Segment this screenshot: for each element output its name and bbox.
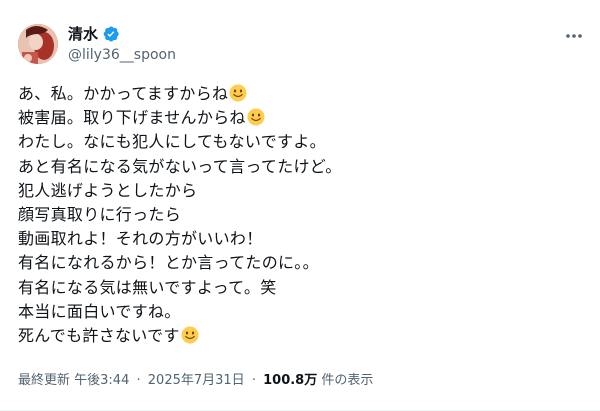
tweet-line: 被害届。取り下げませんからね: [18, 106, 578, 130]
avatar[interactable]: [18, 24, 58, 64]
tweet-line: わたし。なにも犯人にしてもないですよ。: [18, 130, 578, 154]
tweet-line: あ、私。かかってますからね: [18, 82, 578, 106]
tweet-line: 犯人逃げようとしたから: [18, 179, 578, 203]
tweet-line-text: 動画取れよ！それの方がいいわ！: [18, 229, 263, 249]
slightly-smiling-face-emoji-icon: [247, 108, 265, 126]
author-handle[interactable]: @lily36__spoon: [68, 46, 176, 64]
views-count: 100.8万: [263, 373, 318, 388]
tweet-time: 午後3:44: [74, 373, 130, 388]
tweet-text: あ、私。かかってますからね 被害届。取り下げませんからねわたし。なにも犯人にしても…: [18, 82, 578, 348]
author-display-name[interactable]: 清水: [68, 24, 98, 44]
tweet-line: 本当に面白いですね。: [18, 300, 578, 324]
tweet-line-text: 被害届。取り下げませんからね: [18, 108, 246, 128]
tweet-line-text: 犯人逃げようとしたから: [18, 180, 198, 200]
tweet-line: あと有名になる気がないって言ってたけど。: [18, 155, 578, 179]
tweet-line: 有名になる気は無いですよって。笑: [18, 276, 578, 300]
tweet-line-text: 死んでも許さないです: [18, 326, 180, 346]
verified-badge-icon: [102, 25, 120, 43]
views-label: 件の表示: [321, 373, 374, 388]
tweet-line-text: 有名になれるから！とか言ってたのに。。: [18, 253, 319, 273]
more-dots-icon: [566, 34, 582, 38]
meta-separator-2: ·: [251, 373, 256, 388]
tweet-metadata: 最終更新 午後3:44 · 2025年7月31日 · 100.8万 件の表示: [18, 372, 373, 390]
more-options-button[interactable]: [562, 26, 586, 46]
tweet-line-text: わたし。なにも犯人にしてもないですよ。: [18, 132, 326, 152]
tweet-card: 清水 @lily36__spoon あ、私。かかってますからね 被害届。取り下げま…: [0, 0, 600, 411]
tweet-line-text: 本当に面白いですね。: [18, 301, 181, 321]
tweet-line: 動画取れよ！それの方がいいわ！: [18, 227, 578, 251]
tweet-line-text: 顔写真取りに行ったら: [18, 205, 182, 225]
meta-separator: ·: [136, 373, 141, 388]
avatar-image: [18, 24, 58, 64]
tweet-line: 死んでも許さないです: [18, 324, 578, 348]
tweet-line: 顔写真取りに行ったら: [18, 203, 578, 227]
edited-label: 最終更新: [18, 373, 71, 388]
slightly-smiling-face-emoji-icon: [229, 84, 247, 102]
tweet-line-text: あと有名になる気がないって言ってたけど。: [18, 156, 342, 176]
author-name-row: 清水: [68, 24, 120, 44]
tweet-date: 2025年7月31日: [147, 373, 245, 388]
tweet-line-text: 有名になる気は無いですよって。笑: [18, 277, 277, 297]
tweet-line: 有名になれるから！とか言ってたのに。。: [18, 251, 578, 275]
tweet-line-text: あ、私。かかってますからね: [18, 84, 229, 103]
edited-timestamp-link[interactable]: 最終更新 午後3:44 · 2025年7月31日: [18, 373, 249, 388]
slightly-smiling-face-emoji-icon: [181, 326, 199, 344]
